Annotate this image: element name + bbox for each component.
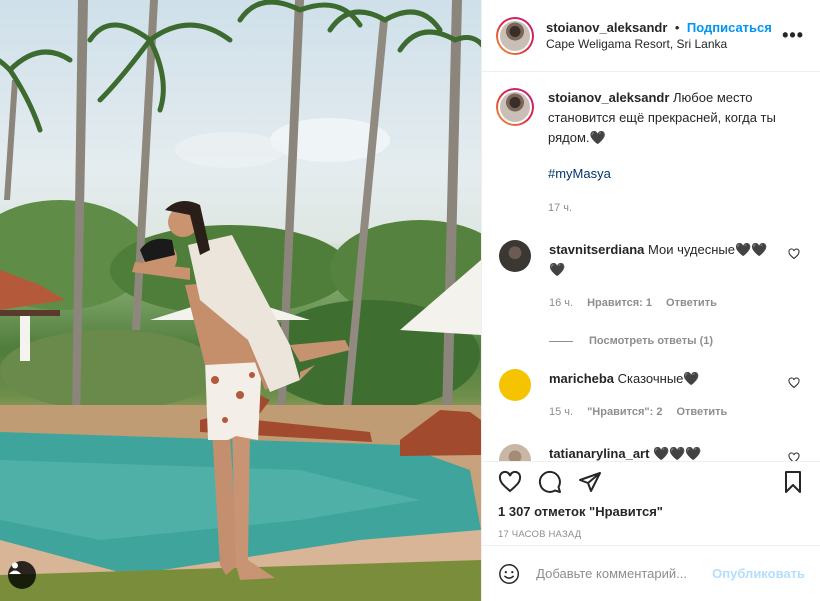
post-actions: 1 307 отметок "Нравится" 17 ЧАСОВ НАЗАД	[482, 461, 820, 540]
like-heart-icon[interactable]	[498, 470, 522, 494]
follow-button[interactable]: Подписаться	[687, 20, 772, 35]
comment-likes[interactable]: Нравится: 1	[587, 293, 652, 313]
comment-likes[interactable]: "Нравится": 2	[587, 402, 662, 422]
author-avatar[interactable]	[496, 16, 534, 55]
commenter-username[interactable]: maricheba	[549, 371, 614, 386]
comment-text: Сказочные🖤	[617, 371, 700, 386]
comment-bubble-icon[interactable]	[538, 470, 562, 494]
commenter-avatar[interactable]	[499, 444, 531, 461]
post-photo[interactable]	[0, 0, 481, 601]
post-location[interactable]: Cape Weligama Resort, Sri Lanka	[546, 36, 782, 53]
commenter-avatar[interactable]	[499, 240, 531, 272]
emoji-icon[interactable]	[498, 562, 520, 586]
like-comment-icon[interactable]	[788, 452, 800, 461]
reply-button[interactable]: Ответить	[666, 293, 717, 313]
more-options-icon[interactable]: •••	[782, 25, 804, 46]
comment-text: 🖤🖤🖤	[653, 446, 702, 461]
post-header: stoianov_aleksandr • Подписаться Cape We…	[482, 0, 820, 72]
commenter-username[interactable]: tatianarylina_art	[549, 446, 649, 461]
comments-section[interactable]: stoianov_aleksandr Любое место становитс…	[482, 72, 820, 461]
publish-button[interactable]: Опубликовать	[712, 566, 805, 581]
post-sidebar: stoianov_aleksandr • Подписаться Cape We…	[481, 0, 820, 601]
reply-button[interactable]: Ответить	[676, 402, 727, 422]
author-username[interactable]: stoianov_aleksandr	[546, 20, 667, 35]
caption-hashtag[interactable]: #myMasya	[548, 164, 776, 184]
comment-time[interactable]: 15 ч.	[549, 402, 573, 422]
caption-username[interactable]: stoianov_aleksandr	[548, 90, 669, 105]
save-bookmark-icon[interactable]	[781, 470, 805, 494]
comment-input[interactable]	[536, 566, 713, 581]
comment-item: maricheba Сказочные🖤 15 ч. "Нравится": 2…	[496, 369, 804, 422]
post-caption: stoianov_aleksandr Любое место становитс…	[496, 88, 804, 218]
user-icon	[9, 562, 21, 574]
share-paper-plane-icon[interactable]	[578, 470, 602, 494]
like-comment-icon[interactable]	[788, 248, 800, 260]
add-comment-bar: Опубликовать	[482, 545, 820, 601]
commenter-username[interactable]: stavnitserdiana	[549, 242, 644, 257]
commenter-avatar[interactable]	[499, 369, 531, 401]
likes-count[interactable]: 1 307 отметок "Нравится"	[498, 504, 805, 519]
tagged-users-button[interactable]	[8, 561, 36, 589]
photo-scene	[0, 0, 481, 601]
caption-avatar[interactable]	[496, 88, 534, 126]
view-replies-button[interactable]: Посмотреть ответы (1)	[549, 335, 804, 347]
caption-time[interactable]: 17 ч.	[548, 198, 776, 218]
like-comment-icon[interactable]	[788, 377, 800, 389]
separator-dot: •	[674, 19, 680, 35]
comment-item: tatianarylina_art 🖤🖤🖤	[496, 444, 804, 461]
post-date[interactable]: 17 ЧАСОВ НАЗАД	[498, 529, 805, 540]
comment-item: stavnitserdiana Мои чудесные🖤🖤🖤 16 ч. Нр…	[496, 240, 804, 313]
comment-time[interactable]: 16 ч.	[549, 293, 573, 313]
